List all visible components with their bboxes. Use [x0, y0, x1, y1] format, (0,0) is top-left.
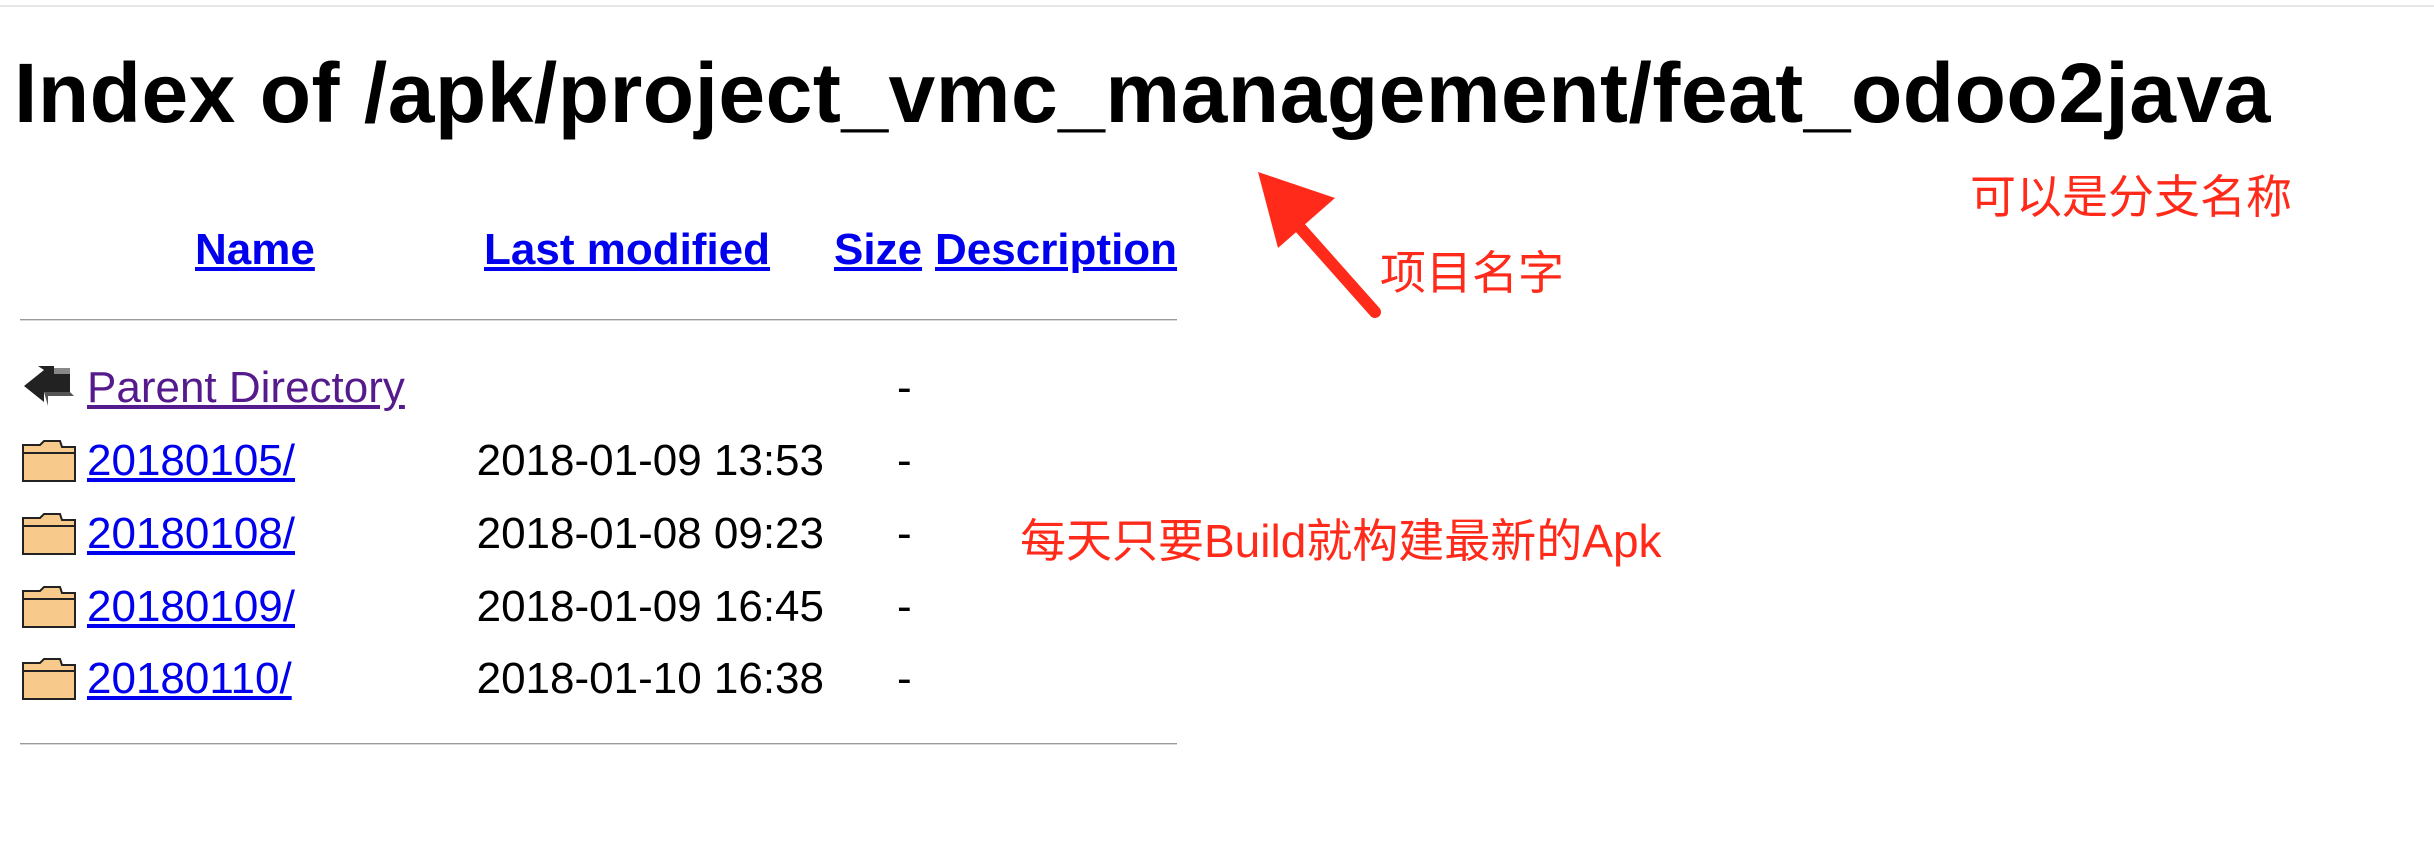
page-title: Index of /apk/project_vmc_management/fea… — [14, 46, 2271, 140]
column-header-name[interactable]: Name — [195, 222, 315, 278]
parent-directory-link[interactable]: Parent Directory — [87, 358, 405, 418]
annotation-branch-name: 可以是分支名称 — [1970, 171, 2292, 223]
directory-row[interactable]: 20180108/ 2018-01-08 09:23 - — [20, 504, 1177, 564]
back-arrow-icon — [20, 362, 78, 412]
directory-link[interactable]: 20180110/ — [87, 649, 292, 709]
entry-date: 2018-01-09 13:53 — [476, 436, 824, 485]
directory-row[interactable]: 20180105/ 2018-01-09 13:53 - — [20, 431, 1177, 491]
entry-size: - — [897, 654, 912, 703]
directory-link[interactable]: 20180108/ — [87, 504, 295, 564]
directory-row[interactable]: 20180109/ 2018-01-09 16:45 - — [20, 577, 1177, 637]
entry-date: 2018-01-09 16:45 — [476, 582, 824, 631]
column-header-description[interactable]: Description — [935, 222, 1177, 278]
folder-icon — [20, 435, 78, 485]
column-header-last-modified[interactable]: Last modified — [484, 222, 770, 278]
directory-link[interactable]: 20180109/ — [87, 577, 295, 637]
entry-date: 2018-01-10 16:38 — [476, 654, 824, 703]
header-divider — [20, 319, 1177, 320]
footer-divider — [20, 743, 1177, 744]
entry-size: - — [897, 363, 912, 412]
browser-viewport: Index of /apk/project_vmc_management/fea… — [0, 0, 2434, 850]
entry-size: - — [897, 509, 912, 558]
entry-date: 2018-01-08 09:23 — [476, 509, 824, 558]
folder-icon — [20, 581, 78, 631]
column-header-size[interactable]: Size — [834, 222, 922, 278]
annotation-daily-build: 每天只要Build就构建最新的Apk — [1020, 515, 1662, 567]
entry-size: - — [897, 582, 912, 631]
folder-icon — [20, 508, 78, 558]
annotation-project-name: 项目名字 — [1380, 247, 1564, 299]
window-top-border — [0, 5, 2434, 7]
directory-link[interactable]: 20180105/ — [87, 431, 295, 491]
directory-row[interactable]: 20180110/ 2018-01-10 16:38 - — [20, 649, 1177, 709]
annotation-arrow-icon — [1258, 172, 1381, 318]
parent-directory-row[interactable]: Parent Directory - — [20, 358, 1177, 418]
entry-size: - — [897, 436, 912, 485]
folder-icon — [20, 653, 78, 703]
